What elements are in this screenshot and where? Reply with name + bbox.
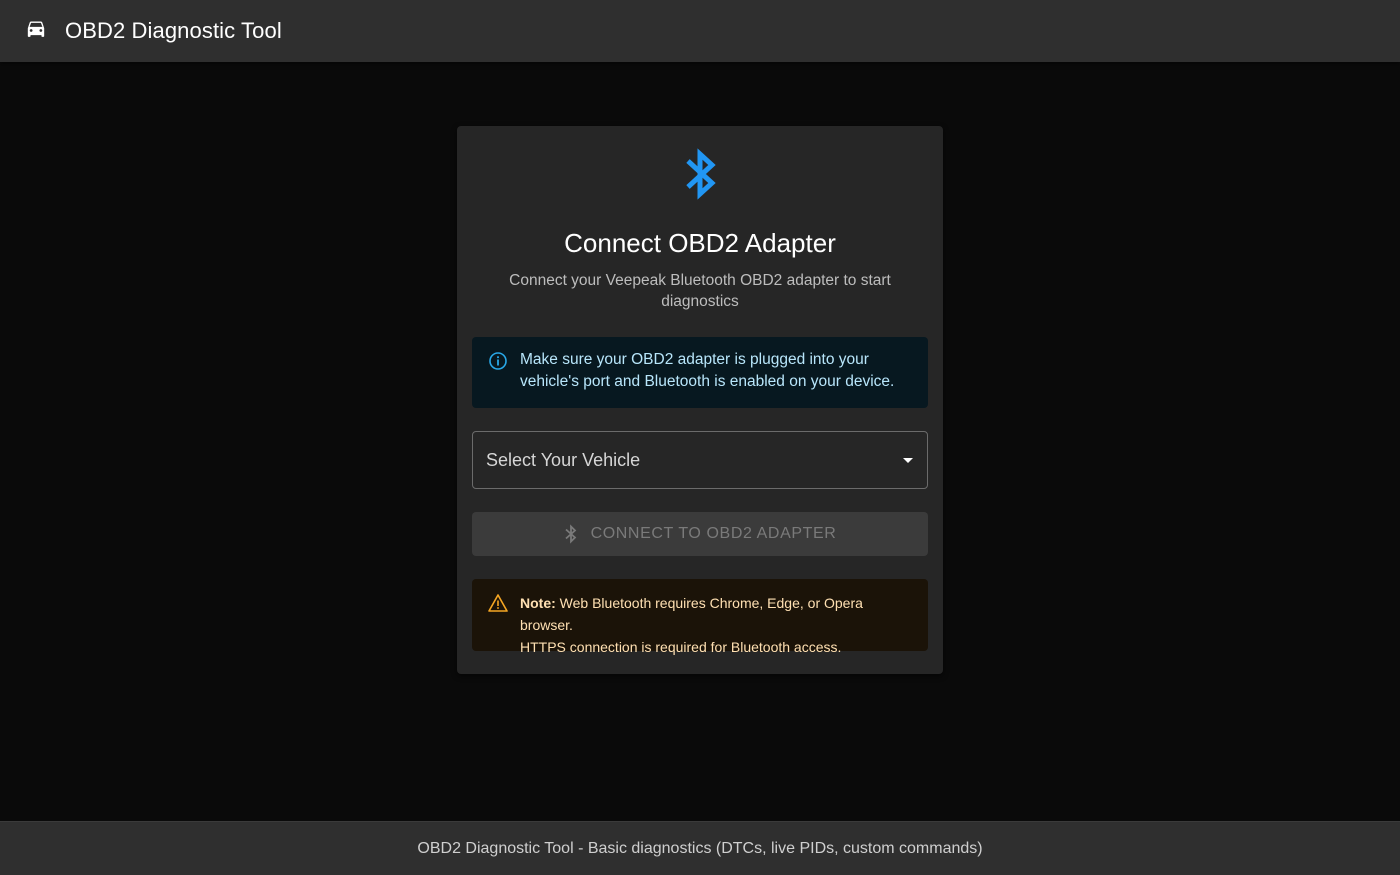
connect-button[interactable]: CONNECT TO OBD2 ADAPTER bbox=[472, 512, 928, 556]
info-alert: Make sure your OBD2 adapter is plugged i… bbox=[472, 337, 928, 408]
app-title: OBD2 Diagnostic Tool bbox=[65, 18, 282, 43]
info-alert-text: Make sure your OBD2 adapter is plugged i… bbox=[520, 351, 895, 390]
footer-text: OBD2 Diagnostic Tool - Basic diagnostics… bbox=[417, 839, 983, 857]
warning-alert: Note: Web Bluetooth requires Chrome, Edg… bbox=[472, 579, 928, 655]
warning-alert-text: Note: Web Bluetooth requires Chrome, Edg… bbox=[520, 592, 912, 655]
connect-button-label: CONNECT TO OBD2 ADAPTER bbox=[590, 525, 837, 542]
card-subtitle: Connect your Veepeak Bluetooth OBD2 adap… bbox=[509, 272, 891, 310]
app-bar: OBD2 Diagnostic Tool bbox=[0, 0, 1400, 62]
vehicle-select-label: Select Your Vehicle bbox=[486, 449, 641, 470]
warning-line-2: HTTPS connection is required for Bluetoo… bbox=[520, 639, 842, 655]
warning-icon bbox=[488, 593, 508, 613]
chevron-down-icon bbox=[903, 458, 913, 463]
connect-card: Connect OBD2 Adapter Connect your Veepea… bbox=[457, 126, 943, 674]
info-icon bbox=[488, 351, 508, 371]
bluetooth-icon bbox=[680, 146, 720, 202]
card-title: Connect OBD2 Adapter bbox=[564, 228, 836, 258]
bluetooth-icon bbox=[564, 524, 578, 544]
footer: OBD2 Diagnostic Tool - Basic diagnostics… bbox=[0, 821, 1400, 875]
car-icon bbox=[24, 19, 48, 43]
note-label: Note: bbox=[520, 595, 556, 611]
warning-line-1: Web Bluetooth requires Chrome, Edge, or … bbox=[520, 595, 863, 633]
vehicle-select[interactable]: Select Your Vehicle bbox=[472, 431, 928, 489]
